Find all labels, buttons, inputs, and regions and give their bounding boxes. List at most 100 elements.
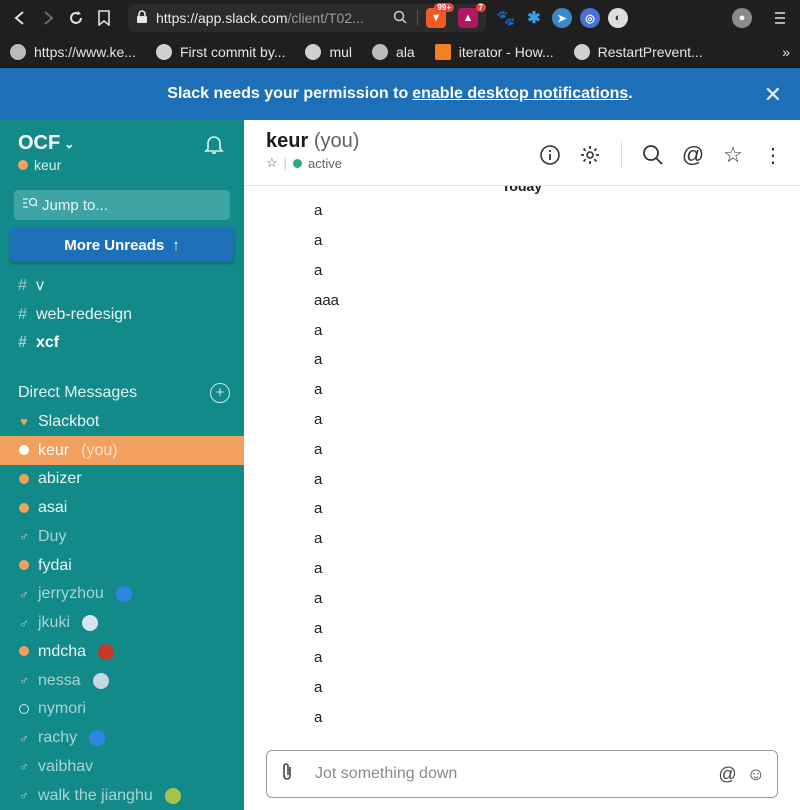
add-circle-icon[interactable]: + <box>210 382 230 403</box>
presence-dot <box>18 702 30 717</box>
close-icon[interactable]: ✕ <box>764 82 782 108</box>
hash-icon: # <box>18 305 27 323</box>
bookmark-item[interactable]: iterator - How... <box>434 43 554 60</box>
dm-item-rachy[interactable]: ♂ rachy <box>0 724 244 753</box>
messages: a a a aaa a a a a a a a a a a a a a a <box>314 196 339 726</box>
brave-rewards-icon[interactable]: ▲ 7 <box>458 3 486 28</box>
message-item[interactable]: a <box>314 464 339 494</box>
dm-item-keur[interactable]: keur (you) <box>0 436 244 465</box>
compass-extension-icon[interactable]: ➤ <box>552 8 572 28</box>
message-item[interactable]: a <box>314 405 339 435</box>
away-status-icon: ♂ <box>19 759 29 775</box>
message-input[interactable] <box>315 765 719 783</box>
dm-item-walk-the-jianghu[interactable]: ♂ walk the jianghu <box>0 781 244 810</box>
dm-item-nymori[interactable]: nymori <box>0 695 244 724</box>
message-item[interactable]: a <box>314 226 339 256</box>
cow-extension-icon[interactable]: ◐ <box>608 8 628 28</box>
dm-label: Duy <box>38 527 67 545</box>
back-icon[interactable] <box>6 4 34 32</box>
channel-list: # v # web-redesign # xcf <box>0 272 244 358</box>
paperclip-icon[interactable] <box>279 762 303 787</box>
message-item[interactable]: a <box>314 703 339 726</box>
message-item[interactable]: a <box>314 345 339 375</box>
bookmark-item[interactable]: First commit by... <box>155 43 286 60</box>
dm-label: jkuki <box>38 614 71 632</box>
search-icon[interactable] <box>640 142 666 168</box>
globe-extension-icon[interactable]: ◎ <box>580 8 600 28</box>
at-mention-icon[interactable]: @ <box>718 764 736 785</box>
github-icon <box>305 43 322 60</box>
dm-item-fydai[interactable]: fydai <box>0 551 244 580</box>
gnome-extension-icon[interactable]: 🐾 <box>496 8 516 28</box>
dm-item-mdcha[interactable]: mdcha <box>0 638 244 667</box>
reload-icon[interactable] <box>62 4 90 32</box>
dm-item-vaibhav[interactable]: ♂ vaibhav <box>0 753 244 782</box>
message-item[interactable]: a <box>314 494 339 524</box>
message-item[interactable]: a <box>314 196 339 226</box>
message-item[interactable]: a <box>314 256 339 286</box>
channel-item-xcf[interactable]: # xcf <box>0 329 244 358</box>
more-unreads-button[interactable]: More Unreads ↑ <box>10 228 234 262</box>
dm-item-abizer[interactable]: abizer <box>0 465 244 494</box>
star-icon[interactable]: ☆ <box>720 142 746 168</box>
brave-shield-icon[interactable]: ▼ 99+ <box>426 3 454 28</box>
message-item[interactable]: a <box>314 643 339 673</box>
dm-item-slackbot[interactable]: ♥ Slackbot <box>0 408 244 437</box>
message-item[interactable]: a <box>314 315 339 345</box>
gear-icon[interactable] <box>577 142 603 168</box>
message-item[interactable]: aaa <box>314 285 339 315</box>
emoji-icon[interactable]: ☺ <box>747 764 765 785</box>
dm-item-duy[interactable]: ♂ Duy <box>0 523 244 552</box>
bookmark-item[interactable]: mul <box>305 43 352 60</box>
channel-item-v[interactable]: # v <box>0 272 244 301</box>
bookmark-label: First commit by... <box>179 43 286 60</box>
message-item[interactable]: a <box>314 583 339 613</box>
bookmark-item[interactable]: RestartPrevent... <box>573 43 703 60</box>
dm-item-nessa[interactable]: ♂ nessa <box>0 666 244 695</box>
presence-dot <box>18 160 28 170</box>
message-item[interactable]: a <box>314 613 339 643</box>
message-item[interactable]: a <box>314 434 339 464</box>
presence-dot <box>18 501 30 516</box>
bookmark-label: https://www.ke... <box>34 43 136 60</box>
bookmarks-overflow-button[interactable]: » <box>782 44 790 60</box>
bell-icon[interactable] <box>202 132 226 156</box>
message-item[interactable]: a <box>314 554 339 584</box>
bookmark-icon[interactable] <box>90 4 118 32</box>
banner-text: Slack needs your permission to <box>167 85 409 102</box>
message-item[interactable]: a <box>314 375 339 405</box>
forward-icon[interactable] <box>34 4 62 32</box>
message-item[interactable]: a <box>314 673 339 703</box>
zoom-icon[interactable] <box>393 10 407 27</box>
jump-to-input[interactable]: Jump to... <box>14 190 230 220</box>
dm-item-jerryzhou[interactable]: ♂ jerryzhou <box>0 580 244 609</box>
dm-item-jkuki[interactable]: ♂ jkuki <box>0 609 244 638</box>
url-host: https://app.slack.com <box>156 10 288 26</box>
status-emoji-icon <box>98 643 115 660</box>
dm-label: Slackbot <box>38 412 100 430</box>
profile-avatar-icon[interactable]: ● <box>732 8 752 28</box>
menu-icon[interactable] <box>766 4 794 32</box>
globe-icon <box>10 43 26 60</box>
address-bar[interactable]: https://app.slack.com/client/T02... ▼ 99+… <box>128 3 486 32</box>
enable-notifications-link[interactable]: enable desktop notifications <box>412 85 628 103</box>
more-vertical-icon[interactable]: ⋮ <box>760 142 786 168</box>
rewards-badge: 7 <box>475 3 486 12</box>
away-status-icon: ♂ <box>19 730 29 746</box>
bookmark-item[interactable]: https://www.ke... <box>10 43 136 60</box>
dm-label: nymori <box>38 700 87 718</box>
direct-messages-header[interactable]: Direct Messages + <box>0 378 244 408</box>
dm-item-asai[interactable]: asai <box>0 494 244 523</box>
bookmark-item[interactable]: ala <box>372 43 415 60</box>
dm-label: mdcha <box>38 642 87 660</box>
workspace-header[interactable]: OCF ⌄ keur <box>0 120 244 182</box>
channel-item-web-redesign[interactable]: # web-redesign <box>0 301 244 330</box>
message-item[interactable]: a <box>314 524 339 554</box>
shield-badge: 99+ <box>434 3 454 12</box>
search-icon <box>22 196 38 214</box>
workspace-name[interactable]: OCF ⌄ <box>18 132 226 155</box>
info-icon[interactable] <box>537 142 563 168</box>
star-outline-icon[interactable]: ☆ <box>266 155 278 171</box>
asterisk-extension-icon[interactable]: ✱ <box>524 8 544 28</box>
at-mention-icon[interactable]: @ <box>680 142 706 168</box>
